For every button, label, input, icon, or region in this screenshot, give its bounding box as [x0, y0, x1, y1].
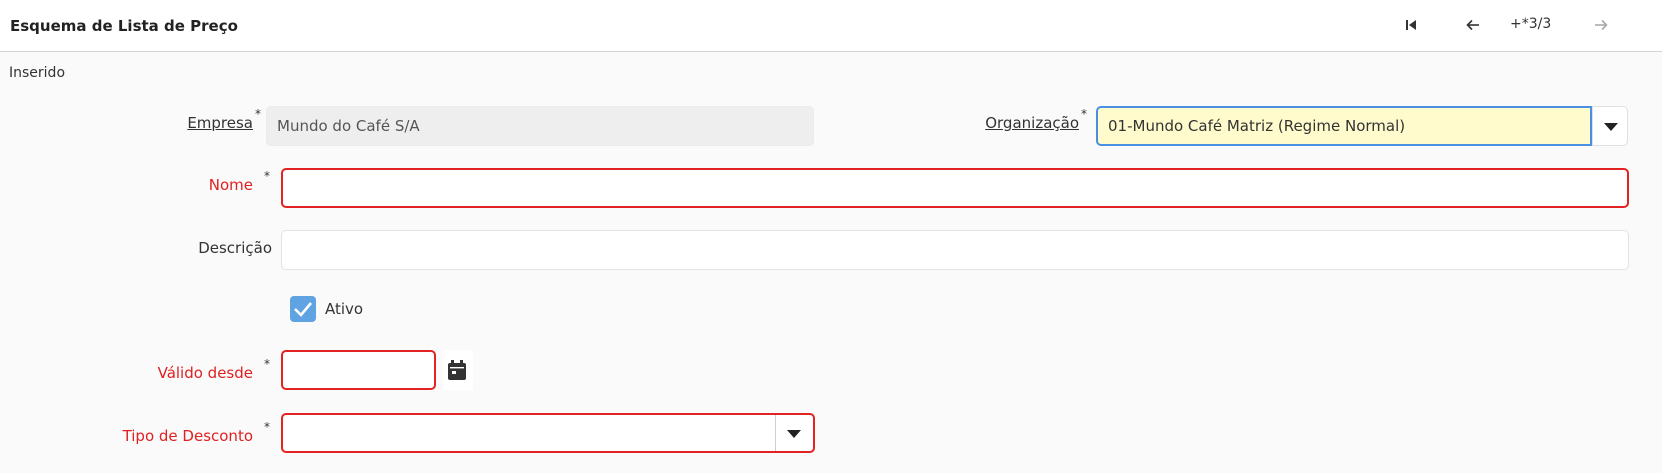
- next-record-button[interactable]: [1586, 12, 1616, 38]
- ativo-label[interactable]: Ativo: [325, 300, 363, 318]
- calendar-icon: [448, 360, 466, 380]
- arrow-right-icon: [1595, 19, 1608, 31]
- tipo-desconto-dropdown-button[interactable]: [775, 415, 813, 451]
- organizacao-value: 01-Mundo Café Matriz (Regime Normal): [1108, 117, 1406, 135]
- organizacao-label[interactable]: Organização: [985, 114, 1079, 132]
- organizacao-combobox[interactable]: 01-Mundo Café Matriz (Regime Normal): [1096, 106, 1592, 146]
- record-position: +*3/3: [1510, 16, 1552, 32]
- window-title: Esquema de Lista de Preço: [10, 17, 238, 35]
- tipo-desconto-label: Tipo de Desconto: [122, 427, 253, 445]
- checkmark-icon: [294, 302, 312, 317]
- nome-required-mark: *: [264, 169, 270, 183]
- organizacao-dropdown-button[interactable]: [1592, 106, 1628, 146]
- chevron-down-icon: [1604, 123, 1618, 131]
- window-header: Esquema de Lista de Preço +*3/3: [0, 0, 1662, 52]
- descricao-input[interactable]: [281, 230, 1629, 270]
- first-record-icon: [1406, 20, 1416, 30]
- valido-desde-date-input[interactable]: [281, 350, 436, 390]
- descricao-label: Descrição: [198, 239, 272, 257]
- organizacao-required-mark: *: [1081, 107, 1087, 121]
- record-status-text: Inserido: [9, 65, 66, 81]
- empresa-value: Mundo do Café S/A: [277, 117, 420, 135]
- tipo-desconto-required-mark: *: [264, 420, 270, 434]
- valido-desde-label: Válido desde: [157, 364, 253, 382]
- first-record-button[interactable]: [1396, 12, 1426, 38]
- nome-label: Nome: [208, 176, 253, 194]
- previous-record-button[interactable]: [1458, 12, 1488, 38]
- empresa-label[interactable]: Empresa: [187, 114, 253, 132]
- empresa-required-mark: *: [255, 107, 261, 121]
- date-picker-button[interactable]: [443, 350, 473, 390]
- ativo-checkbox[interactable]: [290, 296, 316, 322]
- nome-input[interactable]: [281, 168, 1629, 208]
- tipo-desconto-combobox[interactable]: [281, 413, 815, 453]
- chevron-down-icon: [787, 430, 801, 438]
- empresa-field: Mundo do Café S/A: [266, 106, 814, 146]
- valido-desde-required-mark: *: [264, 357, 270, 371]
- arrow-left-icon: [1466, 19, 1479, 31]
